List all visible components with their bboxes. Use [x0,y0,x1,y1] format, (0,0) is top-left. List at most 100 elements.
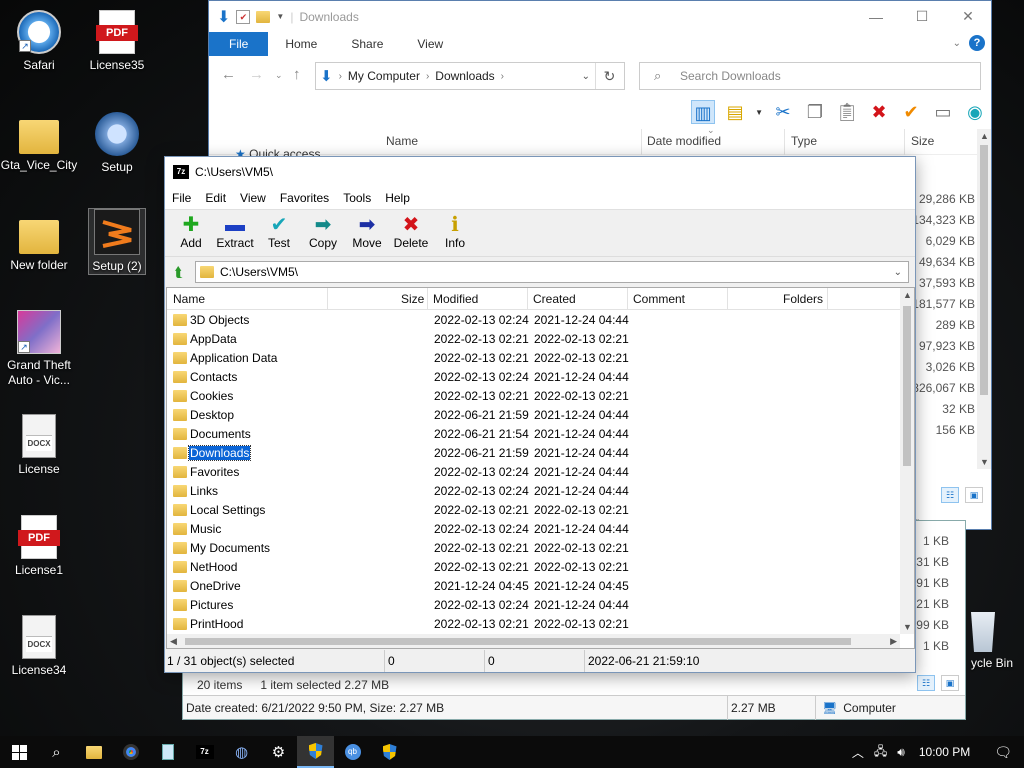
tab-share[interactable]: Share [334,32,400,56]
file-list-row[interactable]: My Documents 2022-02-13 02:21 2022-02-13 0… [167,539,900,558]
toolbar-test-button[interactable]: ✔ Test [259,210,299,256]
file-list-row[interactable]: NetHood 2022-02-13 02:21 2022-02-13 02:21 [167,558,900,577]
column-divider[interactable] [627,288,628,310]
desktop-icon-gta-vice-city[interactable]: Gta_Vice_City [0,112,78,173]
desktop-icon-license35[interactable]: PDF License35 [78,10,156,73]
clock-time[interactable]: 10:00 PM [919,745,970,759]
column-divider[interactable] [904,129,905,155]
desktop-icon-license1[interactable]: PDF License1 [0,515,78,578]
file-list-row[interactable]: Local Settings 2022-02-13 02:21 2022-02-13… [167,501,900,520]
tab-file[interactable]: File [209,32,269,56]
scroll-up-icon[interactable]: ▲ [903,290,912,300]
desktop-icon-setup-2[interactable]: Setup (2) [88,208,146,275]
column-divider[interactable] [527,288,528,310]
column-created[interactable]: Created [533,292,576,306]
large-icons-view-icon[interactable]: ▣ [965,487,983,503]
file-list-row[interactable]: Documents 2022-06-21 21:54 2021-12-24 04:4… [167,425,900,444]
menu-file[interactable]: File [172,191,191,205]
scroll-thumb[interactable] [903,306,911,466]
column-divider[interactable] [327,288,328,310]
down-arrow-icon[interactable]: ⬇ [217,7,230,27]
breadcrumb-downloads[interactable]: Downloads [435,69,494,83]
file-list-row[interactable]: Desktop 2022-06-21 21:59 2021-12-24 04:44 [167,406,900,425]
recent-chevron-icon[interactable]: ⌄ [275,70,283,81]
column-name[interactable]: Name [386,134,418,148]
menu-favorites[interactable]: Favorites [280,191,329,205]
notepad-icon[interactable] [149,736,186,768]
chevron-up-icon[interactable]: ︿ [852,744,864,761]
menu-tools[interactable]: Tools [343,191,371,205]
check-icon[interactable]: ✔ [899,100,923,124]
toolbar-extract-button[interactable]: ▬ Extract [215,210,255,256]
tab-view[interactable]: View [400,32,460,56]
scroll-down-icon[interactable]: ▼ [980,457,989,467]
shell-icon[interactable]: ◉ [963,100,987,124]
desktop-icon-recycle-bin[interactable]: ycle Bin [960,612,1024,670]
file-list-row[interactable]: Favorites 2022-02-13 02:24 2021-12-24 04:4… [167,463,900,482]
file-list-row[interactable]: Pictures 2022-02-13 02:24 2021-12-24 04:44 [167,596,900,615]
refresh-icon[interactable]: ↻ [595,63,623,89]
scroll-down-icon[interactable]: ▼ [903,622,912,632]
7zip-vertical-scrollbar[interactable]: ▲ ▼ [900,288,914,634]
toolbar-move-button[interactable]: ➡ Move [347,210,387,256]
breadcrumb-my-computer[interactable]: My Computer [348,69,420,83]
column-comment[interactable]: Comment [633,292,685,306]
settings-gear-icon[interactable]: ⚙ [260,736,297,768]
close-button[interactable]: ✕ [945,1,991,32]
7zip-file-list[interactable]: Name Size Modified Created Comment Folde… [166,287,915,649]
dropdown-chevron-icon[interactable]: ⌄ [894,267,902,278]
uac-shield-active-icon[interactable] [297,736,334,768]
properties-icon[interactable]: ✔ [236,9,251,24]
file-list-row[interactable]: OneDrive 2021-12-24 04:45 2021-12-24 04:45 [167,577,900,596]
network-icon[interactable]: 🖧︎ [874,742,887,763]
volume-icon[interactable]: 🔊︎ [897,745,905,760]
column-divider[interactable] [427,288,428,310]
column-divider[interactable] [827,288,828,310]
file-list-row[interactable]: Links 2022-02-13 02:24 2021-12-24 04:44 [167,482,900,501]
scroll-right-icon[interactable]: ▶ [890,636,897,647]
column-divider[interactable] [641,129,642,155]
file-list-row[interactable]: Music 2022-02-13 02:24 2021-12-24 04:44 [167,520,900,539]
large-icons-view-icon[interactable]: ▣ [941,675,959,691]
file-list-row[interactable]: Application Data 2022-02-13 02:21 2022-02-… [167,349,900,368]
desktop-icon-new-folder[interactable]: New folder [0,212,78,273]
column-size[interactable]: Size [401,292,424,306]
search-input[interactable]: ⌕ Search Downloads [639,62,981,90]
file-list-row[interactable]: Cookies 2022-02-13 02:21 2022-02-13 02:21 [167,387,900,406]
menu-view[interactable]: View [240,191,266,205]
globe-icon[interactable]: ◍ [223,736,260,768]
toolbar-info-button[interactable]: ℹ Info [435,210,475,256]
7zip-horizontal-scrollbar[interactable]: ◀ ▶ [167,634,900,648]
details-view-icon[interactable]: ☷ [941,487,959,503]
column-date-modified[interactable]: Date modified [647,134,721,148]
toolbar-dropdown-icon[interactable]: ▼ [755,108,763,117]
chrome-icon[interactable] [112,736,149,768]
column-size[interactable]: Size [911,134,934,148]
scroll-thumb[interactable] [980,145,988,395]
ribbon-expand-icon[interactable]: ⌄ [953,38,961,49]
details-view-icon[interactable]: ☷ [917,675,935,691]
copy-icon[interactable]: ❐ [803,100,827,124]
column-divider[interactable] [784,129,785,155]
cut-icon[interactable]: ✂ [771,100,795,124]
address-bar[interactable]: ⬇ › My Computer › Downloads › ⌄ [315,62,625,90]
column-modified[interactable]: Modified [433,292,478,306]
column-divider[interactable] [727,288,728,310]
desktop-icon-license[interactable]: DOCX License [0,414,78,477]
7zip-taskbar-icon[interactable]: 7z [186,736,223,768]
maximize-button[interactable]: ☐ [899,1,945,32]
menu-edit[interactable]: Edit [205,191,226,205]
file-list-row[interactable]: Contacts 2022-02-13 02:24 2021-12-24 04:44 [167,368,900,387]
file-list-row[interactable]: PrintHood 2022-02-13 02:21 2022-02-13 02:2… [167,615,900,634]
scroll-left-icon[interactable]: ◀ [170,636,177,647]
menu-help[interactable]: Help [385,191,410,205]
folder-icon[interactable] [256,10,271,23]
preview-pane-icon[interactable]: ▥ [691,100,716,124]
uac-shield-icon[interactable] [371,736,408,768]
scroll-up-icon[interactable]: ▲ [980,131,989,141]
paste-icon[interactable]: 📋︎ [835,100,859,124]
rename-icon[interactable]: ▭ [931,100,955,124]
7zip-file-manager-window[interactable]: 7z C:\Users\VM5\ File Edit View Favorite… [164,156,916,673]
desktop-icon-license34[interactable]: DOCX License34 [0,615,78,678]
search-icon[interactable]: ⌕ [38,736,75,768]
